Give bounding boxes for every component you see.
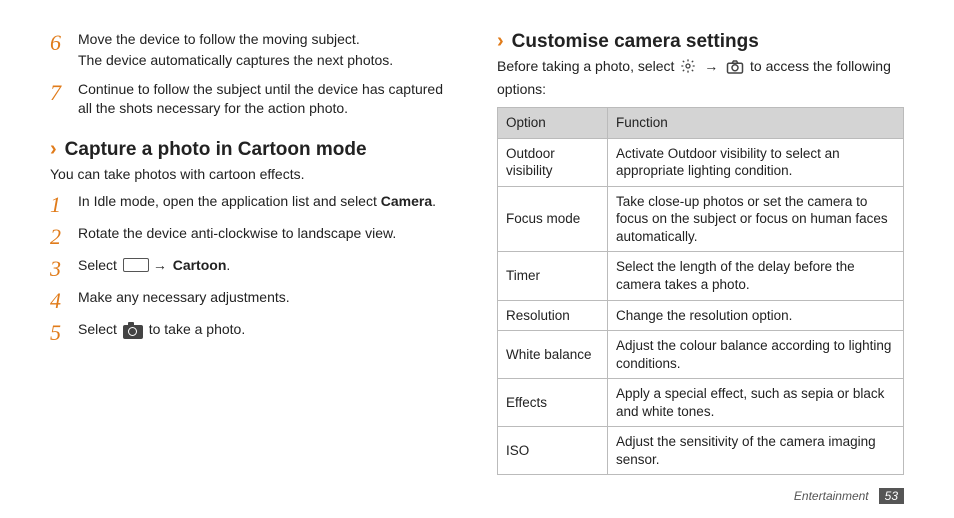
- step-7: 7 Continue to follow the subject until t…: [50, 80, 457, 120]
- right-column: › Customise camera settings Before takin…: [497, 30, 904, 475]
- step-number: 4: [50, 288, 68, 312]
- step-text: Select to take a photo.: [78, 320, 457, 339]
- step-text: The device automatically captures the ne…: [78, 51, 457, 70]
- step-number: 1: [50, 192, 68, 216]
- step-4: 4 Make any necessary adjustments.: [50, 288, 457, 312]
- step-body: Select → Cartoon.: [78, 256, 457, 280]
- step-6: 6 Move the device to follow the moving s…: [50, 30, 457, 72]
- step-text: Make any necessary adjustments.: [78, 288, 457, 307]
- table-row: White balanceAdjust the colour balance a…: [498, 331, 904, 379]
- gear-icon: [680, 58, 696, 80]
- step-body: Move the device to follow the moving sub…: [78, 30, 457, 72]
- step-5: 5 Select to take a photo.: [50, 320, 457, 344]
- page-number: 53: [879, 488, 904, 504]
- table-row: ResolutionChange the resolution option.: [498, 300, 904, 331]
- chevron-right-icon: ›: [50, 138, 57, 161]
- rectangle-icon: [123, 258, 149, 272]
- page: 6 Move the device to follow the moving s…: [0, 0, 954, 485]
- heading-text: Capture a photo in Cartoon mode: [65, 139, 367, 161]
- step-3: 3 Select → Cartoon.: [50, 256, 457, 280]
- table-row: Outdoor visibilityActivate Outdoor visib…: [498, 138, 904, 186]
- camera-outline-icon: [726, 60, 744, 80]
- step-number: 6: [50, 30, 68, 72]
- camera-icon: [123, 325, 143, 339]
- cartoon-steps: 1 In Idle mode, open the application lis…: [50, 192, 457, 344]
- table-row: TimerSelect the length of the delay befo…: [498, 252, 904, 300]
- step-text: Rotate the device anti-clockwise to land…: [78, 224, 457, 243]
- table-row: EffectsApply a special effect, such as s…: [498, 379, 904, 427]
- step-body: Continue to follow the subject until the…: [78, 80, 457, 120]
- step-text: Continue to follow the subject until the…: [78, 80, 457, 118]
- step-number: 2: [50, 224, 68, 248]
- step-number: 5: [50, 320, 68, 344]
- heading-text: Customise camera settings: [512, 31, 759, 53]
- left-column: 6 Move the device to follow the moving s…: [50, 30, 457, 475]
- section-heading-customise: › Customise camera settings: [497, 30, 904, 53]
- step-number: 3: [50, 256, 68, 280]
- step-text: Move the device to follow the moving sub…: [78, 30, 457, 49]
- section-name: Entertainment: [794, 489, 869, 503]
- step-text: In Idle mode, open the application list …: [78, 192, 457, 211]
- section-heading-cartoon: › Capture a photo in Cartoon mode: [50, 138, 457, 161]
- step-2: 2 Rotate the device anti-clockwise to la…: [50, 224, 457, 248]
- intro-text: You can take photos with cartoon effects…: [50, 165, 457, 185]
- table-row: Focus modeTake close-up photos or set th…: [498, 186, 904, 252]
- intro-text: Before taking a photo, select → to acces…: [497, 57, 904, 99]
- table-header-row: Option Function: [498, 108, 904, 139]
- continued-steps: 6 Move the device to follow the moving s…: [50, 30, 457, 120]
- col-function: Function: [608, 108, 904, 139]
- step-body: In Idle mode, open the application list …: [78, 192, 457, 216]
- step-body: Select to take a photo.: [78, 320, 457, 344]
- page-footer: Entertainment 53: [794, 488, 904, 504]
- options-table: Option Function Outdoor visibilityActiva…: [497, 107, 904, 475]
- step-text: Select → Cartoon.: [78, 256, 457, 275]
- step-1: 1 In Idle mode, open the application lis…: [50, 192, 457, 216]
- step-body: Rotate the device anti-clockwise to land…: [78, 224, 457, 248]
- col-option: Option: [498, 108, 608, 139]
- step-body: Make any necessary adjustments.: [78, 288, 457, 312]
- table-row: ISOAdjust the sensitivity of the camera …: [498, 427, 904, 475]
- step-number: 7: [50, 80, 68, 120]
- chevron-right-icon: ›: [497, 30, 504, 53]
